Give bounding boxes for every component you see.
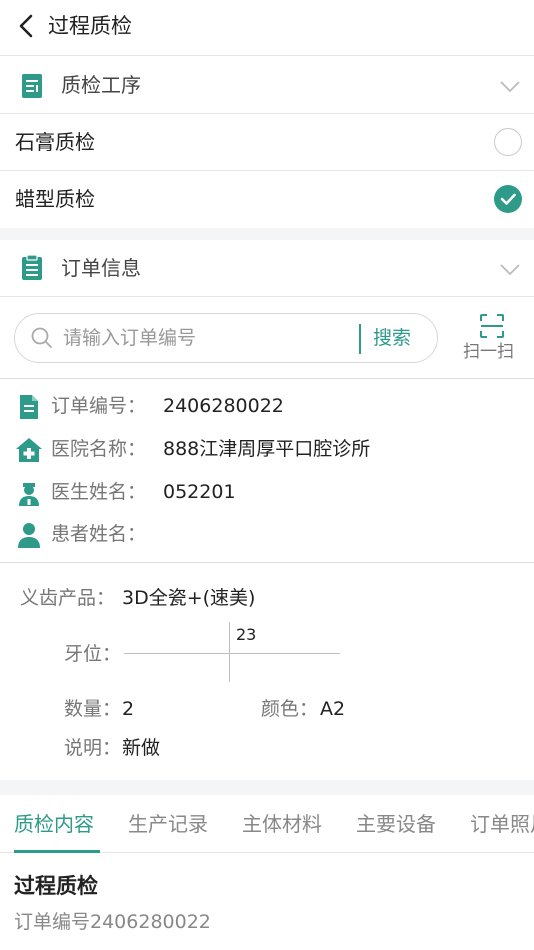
process-option-plaster[interactable]: 石膏质检 (0, 114, 534, 171)
check-icon (500, 193, 516, 205)
search-bar: 搜索 (14, 313, 438, 363)
top-bar: 过程质检 (0, 0, 534, 56)
order-no-label: 订单编号： (51, 395, 147, 417)
hospital-icon (16, 438, 42, 462)
page-title: 过程质检 (48, 14, 132, 38)
qc-content-title: 过程质检 (14, 874, 98, 898)
tab-qc-content[interactable]: 质检内容 (14, 809, 94, 839)
product-label: 义齿产品： (20, 587, 116, 609)
doctor-label: 医生姓名： (51, 481, 147, 503)
doctor-icon (19, 483, 39, 506)
search-icon (31, 327, 52, 348)
product-value: 3D全瓷+(速美) (122, 587, 256, 609)
order-no-value: 2406280022 (163, 395, 284, 417)
clipboard-icon (22, 254, 42, 280)
tab-main-equipment[interactable]: 主要设备 (356, 809, 436, 839)
note-label: 说明： (64, 737, 122, 759)
chevron-down-icon[interactable] (498, 257, 522, 281)
section-gap (0, 228, 534, 240)
chevron-left-icon[interactable] (14, 12, 42, 40)
section-gap (0, 780, 534, 795)
radio-unchecked[interactable] (494, 128, 522, 156)
process-section-title: 质检工序 (61, 73, 141, 97)
tooth-chart-vertical (229, 622, 230, 682)
tab-order-photos[interactable]: 订单照片 (470, 809, 534, 839)
divider (0, 562, 534, 563)
patient-icon (18, 523, 40, 548)
quantity-label: 数量： (64, 698, 122, 720)
tab-bar: 质检内容 生产记录 主体材料 主要设备 订单照片 (0, 795, 534, 853)
search-button[interactable]: 搜索 (373, 324, 411, 352)
chevron-down-icon[interactable] (498, 74, 522, 98)
document-list-icon (22, 74, 42, 98)
doctor-value: 052201 (163, 481, 236, 503)
tooth-position-label: 牙位： (64, 643, 122, 665)
quantity-value: 2 (122, 698, 135, 720)
process-option-label: 石膏质检 (15, 130, 95, 154)
order-number-input[interactable] (63, 324, 353, 352)
tab-clip: 订单照片 (470, 795, 534, 852)
scan-icon (480, 314, 504, 338)
process-section-header[interactable]: 质检工序 (0, 57, 534, 114)
patient-label: 患者姓名： (51, 523, 147, 545)
order-section-header[interactable]: 订单信息 (0, 240, 534, 297)
tab-main-material[interactable]: 主体材料 (242, 809, 322, 839)
qc-order-line: 订单编号2406280022 (14, 911, 211, 933)
divider (0, 378, 534, 379)
note-value: 新做 (122, 737, 161, 759)
tab-production-record[interactable]: 生产记录 (128, 809, 208, 839)
scan-label: 扫一扫 (463, 342, 514, 362)
order-section-title: 订单信息 (61, 256, 141, 280)
process-option-wax[interactable]: 蜡型质检 (0, 171, 534, 228)
tooth-number: 23 (236, 625, 257, 644)
hospital-value: 888江津周厚平口腔诊所 (163, 438, 371, 460)
color-label: 颜色： (261, 698, 319, 720)
radio-checked[interactable] (494, 185, 522, 213)
hospital-label: 医院名称： (51, 438, 147, 460)
process-option-label: 蜡型质检 (15, 187, 95, 211)
tooth-chart-horizontal (124, 653, 340, 654)
search-divider (359, 324, 361, 354)
scan-button[interactable]: 扫一扫 (460, 312, 524, 368)
color-value: A2 (320, 698, 346, 720)
document-icon (20, 395, 38, 419)
active-tab-indicator (14, 850, 100, 853)
